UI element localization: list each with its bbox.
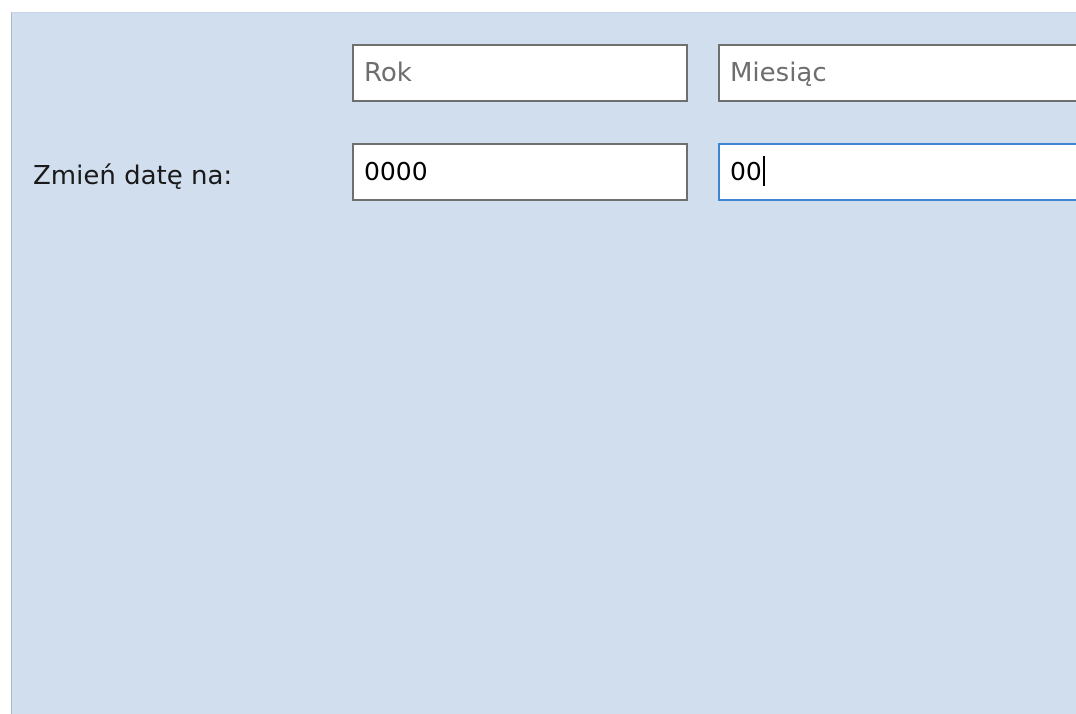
month-column-header: Miesiąc bbox=[718, 44, 1076, 102]
change-date-label: Zmień datę na: bbox=[33, 161, 233, 191]
year-column-header: Rok bbox=[352, 44, 688, 102]
month-input-value: 00 bbox=[730, 157, 762, 186]
text-caret bbox=[762, 156, 765, 186]
month-input[interactable]: 00 bbox=[718, 143, 1076, 201]
year-input[interactable]: 0000 bbox=[352, 143, 688, 201]
year-input-value: 0000 bbox=[364, 157, 428, 186]
date-change-panel bbox=[11, 12, 1076, 714]
